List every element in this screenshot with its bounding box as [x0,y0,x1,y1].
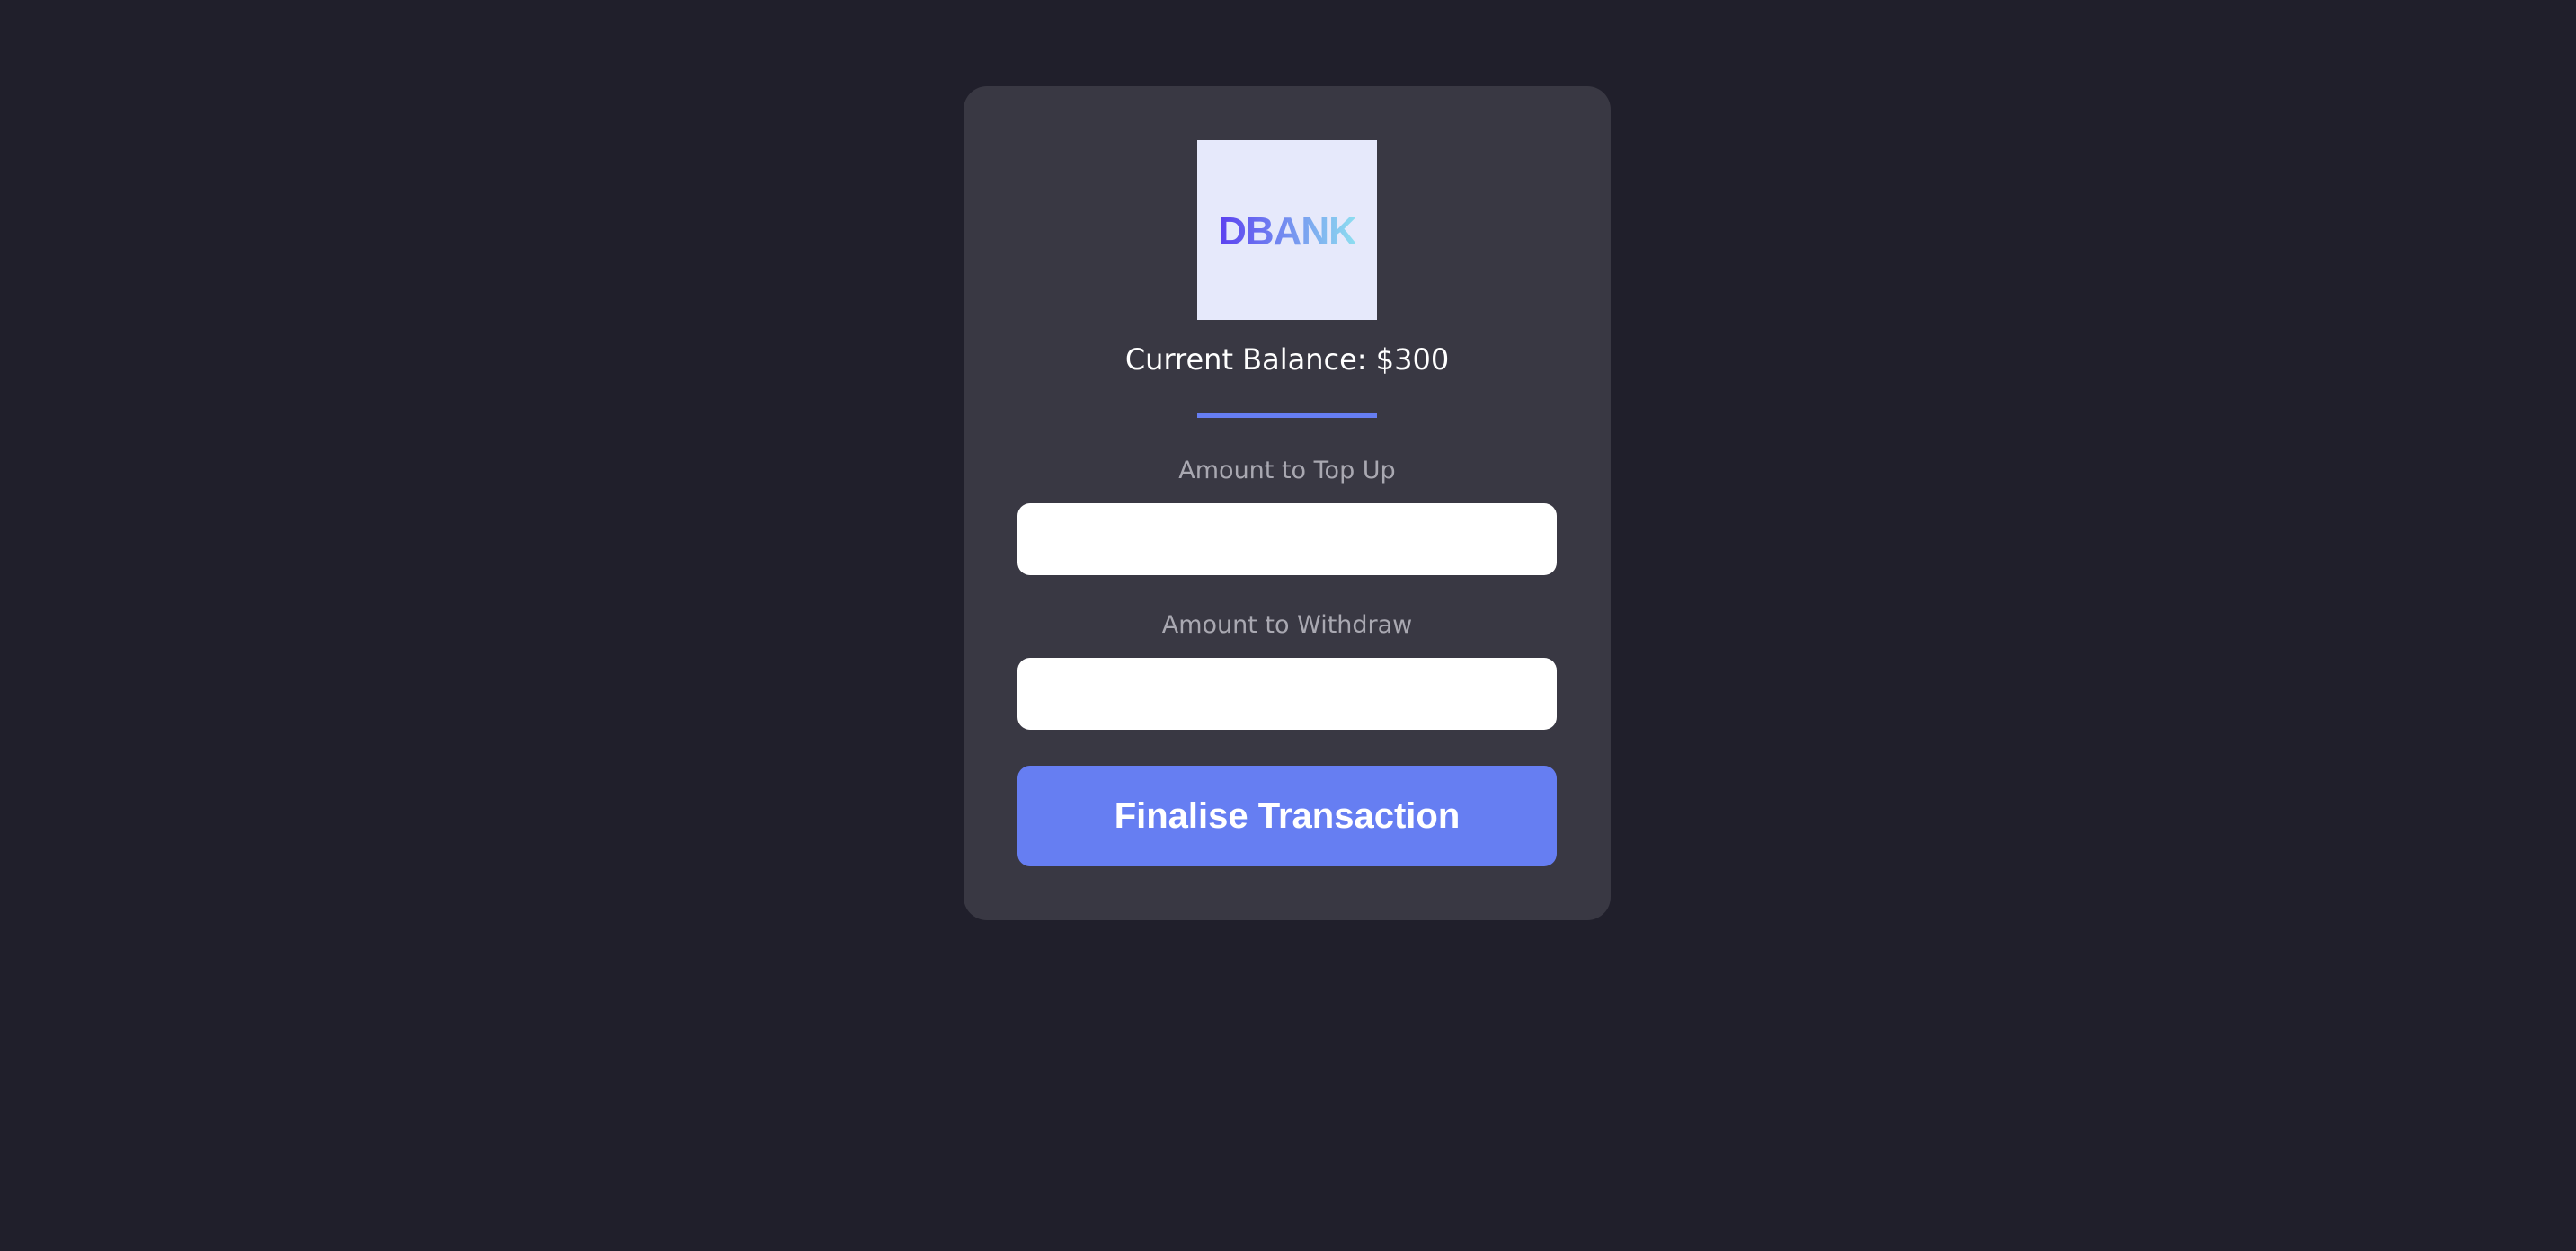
withdraw-amount-input[interactable] [1017,658,1557,730]
page: DBANK Current Balance: $300 Amount to To… [0,0,2576,1251]
dbank-logo-text: DBANK [1220,210,1355,250]
transaction-card: DBANK Current Balance: $300 Amount to To… [964,86,1611,920]
topup-label: Amount to Top Up [1178,457,1396,484]
withdraw-label: Amount to Withdraw [1161,611,1413,639]
dbank-logo: DBANK [1197,140,1377,320]
dbank-logo-mark: DBANK [1220,210,1355,250]
current-balance: Current Balance: $300 [1124,342,1450,377]
accent-divider [1197,413,1377,418]
finalise-transaction-button[interactable]: Finalise Transaction [1017,766,1557,866]
topup-amount-input[interactable] [1017,503,1557,575]
